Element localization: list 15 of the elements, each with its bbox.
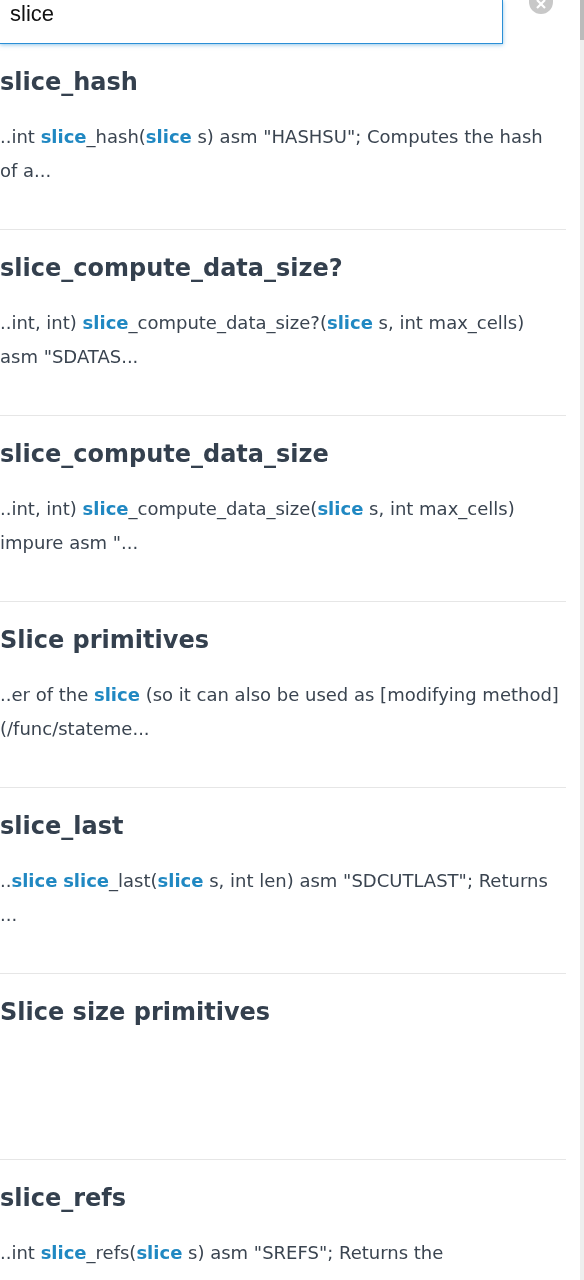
result-title[interactable]: slice_last [0, 808, 566, 844]
result-snippet: ..int, int) slice_compute_data_size?(slice s, int max_cells) asm "SDATAS... [0, 311, 526, 369]
result-snippet: ..slice slice_last(slice s, int len) asm "SDCUTLAST"; Returns ... [0, 869, 549, 927]
result-title[interactable]: slice_compute_data_size [0, 436, 566, 472]
result-title[interactable]: slice_refs [0, 1180, 566, 1216]
result-title[interactable]: slice_compute_data_size? [0, 250, 566, 286]
result-title[interactable]: Slice primitives [0, 622, 566, 658]
result-snippet: ..er of the slice (so it can also be used as [modifying method](/func/stateme... [0, 683, 560, 741]
result-snippet: ..int slice_refs(slice s) asm "SREFS"; Returns the [0, 1241, 445, 1266]
result-title[interactable]: slice_hash [0, 64, 566, 100]
result-snippet: ..int slice_hash(slice s) asm "HASHSU"; Computes the hash of a... [0, 125, 544, 183]
result-snippet: ..int, int) slice_compute_data_size(slice s, int max_cells) impure asm "... [0, 497, 516, 555]
clear-icon[interactable] [529, 0, 553, 14]
search-field[interactable]: slice [0, 0, 503, 44]
result-title[interactable]: Slice size primitives [0, 994, 566, 1030]
